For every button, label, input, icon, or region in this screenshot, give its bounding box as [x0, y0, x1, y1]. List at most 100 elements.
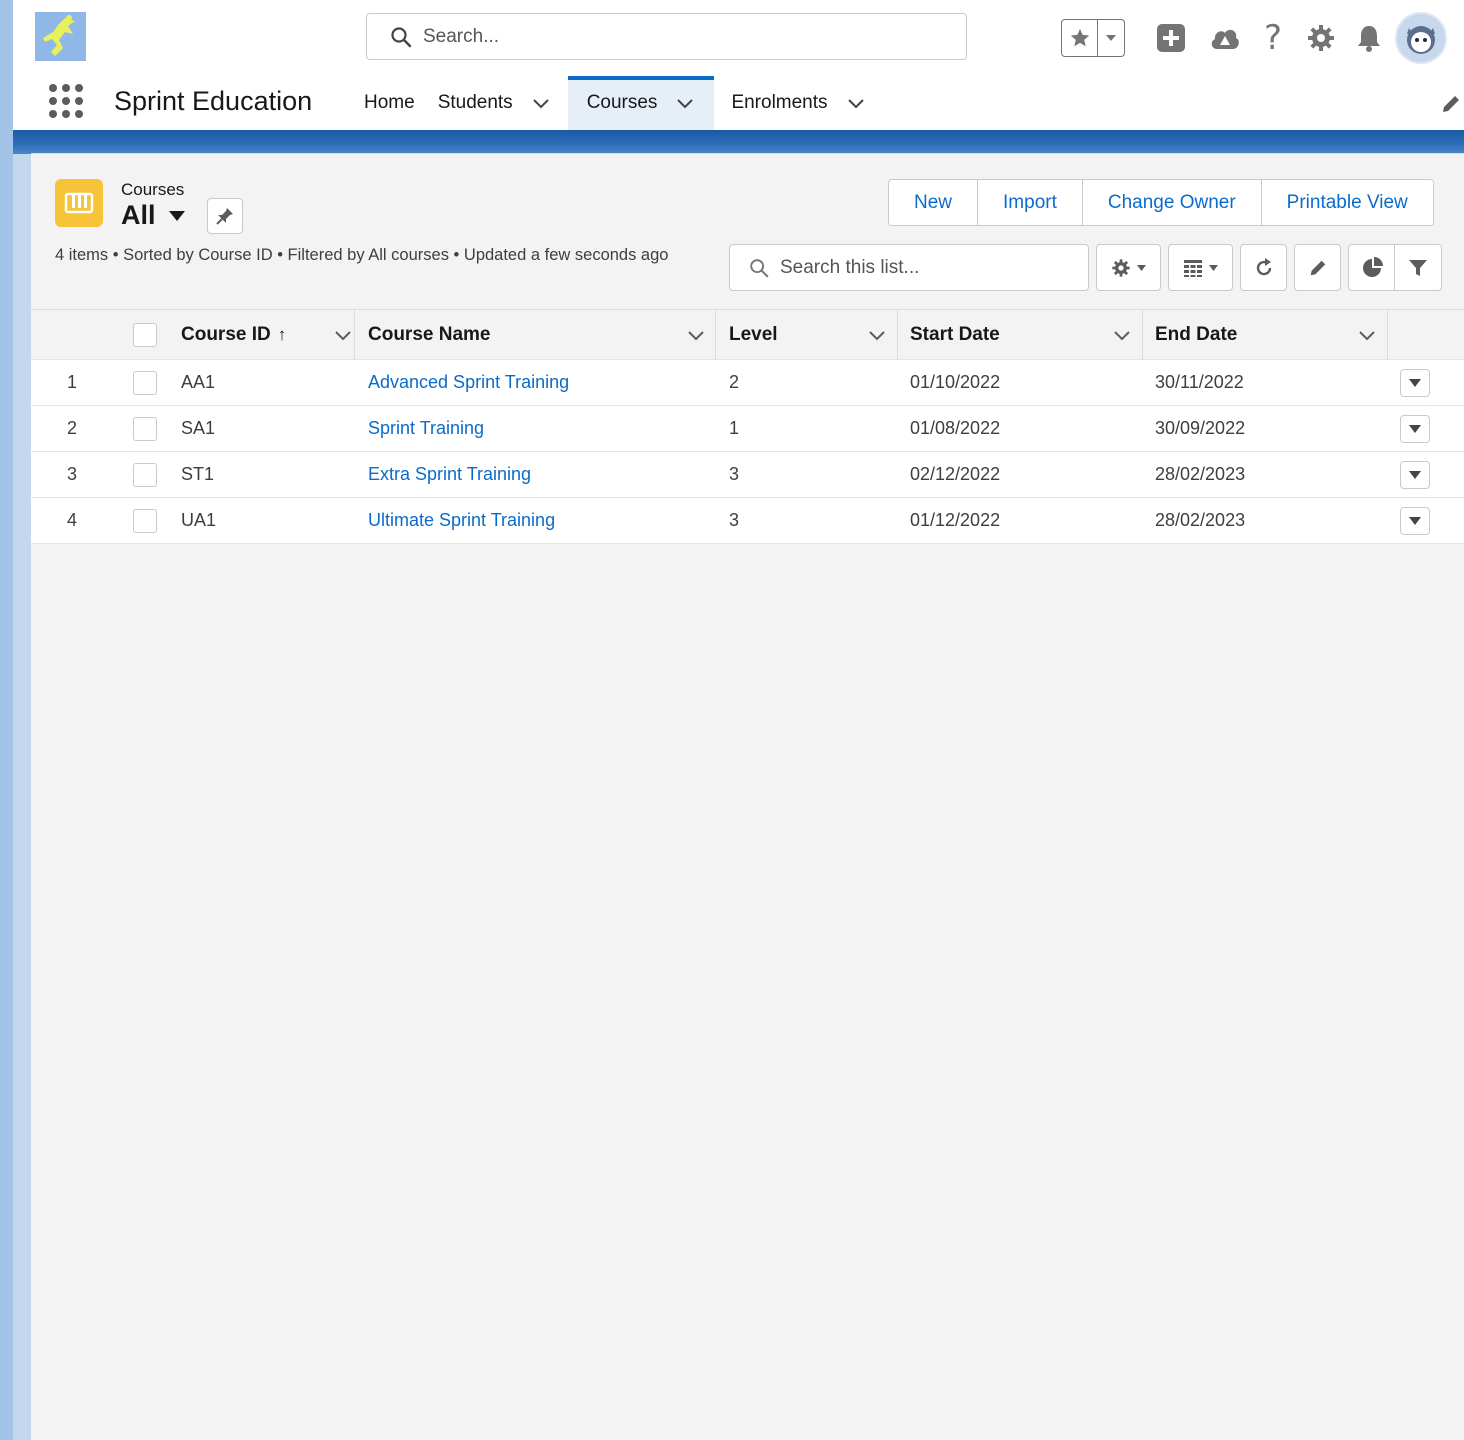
row-checkbox-cell [133, 360, 157, 405]
import-button[interactable]: Import [978, 180, 1083, 225]
tab-courses[interactable]: Courses [567, 76, 715, 130]
favorites-dropdown-icon[interactable] [1098, 20, 1124, 56]
app-name: Sprint Education [114, 86, 313, 116]
chevron-down-icon[interactable] [686, 325, 706, 345]
row-actions-cell [1400, 498, 1430, 543]
row-checkbox[interactable] [133, 416, 157, 441]
app-launcher-icon[interactable] [49, 84, 83, 118]
table-row: 4 UA1 Ultimate Sprint Training 3 01/12/2… [31, 498, 1464, 544]
tab-courses-label: Courses [586, 92, 658, 113]
caret-down-icon [1137, 264, 1146, 271]
row-number: 3 [67, 464, 78, 484]
help-icon[interactable]: ? [1249, 14, 1297, 62]
caret-down-icon [1409, 378, 1421, 387]
tab-enrolments[interactable]: Enrolments [714, 76, 878, 130]
refresh-button[interactable] [1240, 244, 1287, 291]
global-header: ? [13, 0, 1464, 76]
notifications-bell-icon[interactable] [1345, 14, 1393, 62]
column-header-start-date[interactable]: Start Date [910, 310, 1132, 359]
level-cell: 2 [729, 372, 740, 392]
chevron-down-icon[interactable] [1357, 325, 1377, 345]
setup-gear-icon[interactable] [1297, 14, 1345, 62]
pin-list-view-button[interactable] [207, 198, 243, 234]
header-decorative-band [13, 130, 1464, 154]
favorites-button-group [1061, 19, 1125, 57]
global-search[interactable] [366, 13, 967, 60]
list-view-selector[interactable]: All [121, 200, 186, 231]
list-search[interactable] [729, 244, 1089, 291]
tab-students[interactable]: Students [438, 76, 568, 130]
level-cell: 1 [729, 418, 740, 438]
add-icon[interactable] [1147, 14, 1195, 62]
tab-home[interactable]: Home [351, 76, 438, 130]
end-date-cell: 30/11/2022 [1155, 372, 1244, 392]
start-date-cell: 02/12/2022 [910, 464, 1001, 484]
course-name-link[interactable]: Advanced Sprint Training [368, 360, 569, 405]
org-logo[interactable] [35, 12, 86, 61]
chevron-down-icon[interactable] [846, 93, 866, 113]
row-actions-dropdown-button[interactable] [1400, 506, 1430, 535]
pie-chart-icon [1362, 256, 1383, 277]
course-name-link[interactable]: Ultimate Sprint Training [368, 498, 555, 543]
column-divider [897, 310, 898, 360]
start-date-cell: 01/10/2022 [910, 372, 1001, 392]
show-charts-button[interactable] [1349, 245, 1395, 290]
list-actions-button-group: New Import Change Owner Printable View [888, 179, 1434, 226]
row-checkbox[interactable] [133, 508, 157, 533]
row-checkbox[interactable] [133, 370, 157, 395]
global-search-input[interactable] [423, 25, 943, 48]
chevron-down-icon[interactable] [867, 325, 887, 345]
level-cell: 3 [729, 464, 740, 484]
courses-object-icon [55, 179, 103, 227]
background-strip [13, 154, 31, 1440]
favorites-star-icon[interactable] [1062, 20, 1098, 56]
column-header-course-name[interactable]: Course Name [368, 310, 706, 359]
search-icon [391, 26, 412, 47]
refresh-icon [1256, 257, 1271, 275]
row-actions-cell [1400, 452, 1430, 497]
start-date-cell: 01/08/2022 [910, 418, 1001, 438]
start-date-cell: 01/12/2022 [910, 510, 1001, 530]
row-checkbox-cell [133, 406, 157, 451]
chevron-down-icon[interactable] [333, 325, 353, 345]
level-cell: 3 [729, 510, 740, 530]
new-button[interactable]: New [889, 180, 979, 225]
filter-button[interactable] [1395, 245, 1441, 290]
row-actions-dropdown-button[interactable] [1400, 460, 1430, 489]
list-settings-button[interactable] [1096, 244, 1161, 291]
row-actions-dropdown-button[interactable] [1400, 368, 1430, 397]
tab-enrolments-label: Enrolments [731, 92, 828, 113]
list-search-input[interactable] [780, 256, 1080, 279]
column-divider [1387, 310, 1388, 360]
inline-edit-button[interactable] [1294, 244, 1341, 291]
row-checkbox[interactable] [133, 462, 157, 487]
column-level-label: Level [729, 323, 778, 345]
row-number: 4 [67, 510, 78, 530]
column-divider [715, 310, 716, 360]
course-name-link[interactable]: Sprint Training [368, 406, 484, 451]
table-header-row: Course ID ↑ Course Name Level Start Date [31, 310, 1464, 360]
user-avatar[interactable] [1395, 12, 1447, 64]
column-header-end-date[interactable]: End Date [1155, 310, 1377, 359]
end-date-cell: 30/09/2022 [1155, 418, 1246, 438]
change-owner-button[interactable]: Change Owner [1082, 180, 1262, 225]
course-name-link[interactable]: Extra Sprint Training [368, 452, 531, 497]
left-edge-strip [0, 0, 13, 1440]
chevron-down-icon[interactable] [1112, 325, 1132, 345]
column-divider [354, 310, 355, 360]
courses-table: Course ID ↑ Course Name Level Start Date [31, 310, 1464, 544]
printable-view-button[interactable]: Printable View [1261, 180, 1433, 225]
course-id-cell: ST1 [181, 464, 215, 484]
select-all-checkbox[interactable] [133, 322, 157, 347]
column-header-course-id[interactable]: Course ID ↑ [181, 310, 353, 359]
course-id-cell: UA1 [181, 510, 217, 530]
row-number: 1 [67, 372, 78, 392]
trailhead-icon[interactable] [1201, 14, 1249, 62]
chevron-down-icon[interactable] [531, 93, 551, 113]
view-name: All [121, 200, 156, 230]
row-actions-dropdown-button[interactable] [1400, 414, 1430, 443]
display-as-button[interactable] [1168, 244, 1233, 291]
column-header-level[interactable]: Level [729, 310, 887, 359]
edit-nav-pencil-icon[interactable] [1440, 93, 1462, 115]
chevron-down-icon[interactable] [675, 93, 695, 113]
